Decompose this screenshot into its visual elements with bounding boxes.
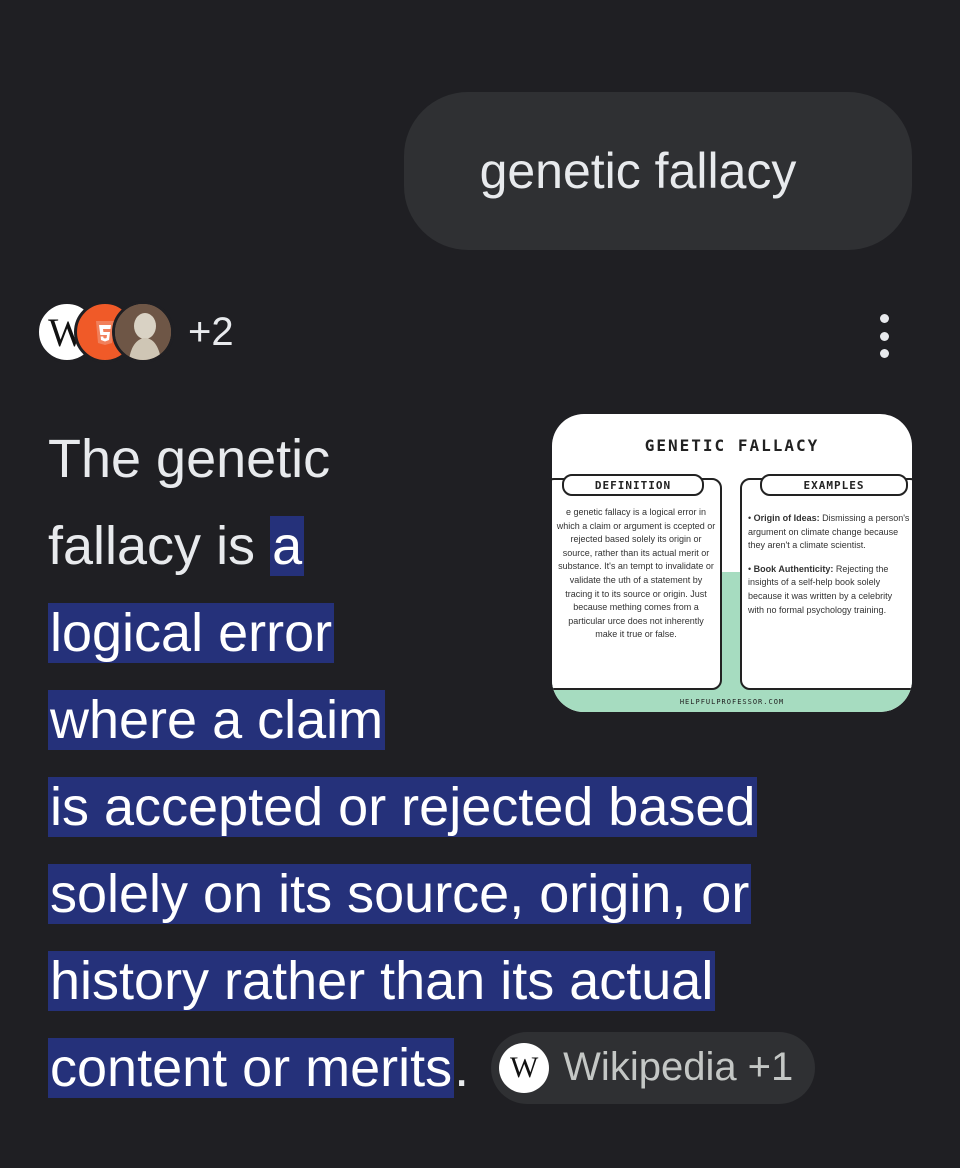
citation-label: Wikipedia +1 (563, 1045, 794, 1090)
answer-line: The genetic (48, 429, 331, 489)
highlighted-text: is accepted or rejected based (48, 777, 758, 837)
query-bubble[interactable]: genetic fallacy (404, 92, 912, 250)
answer-line: is accepted or rejected based (48, 764, 928, 851)
answer-line: solely on its source, origin, or (48, 851, 928, 938)
more-options-icon[interactable] (872, 314, 896, 358)
wikipedia-icon: W (499, 1042, 550, 1093)
answer-line: where a claim (48, 677, 928, 764)
highlighted-text: logical error (48, 603, 335, 663)
end-punct: . (454, 1038, 470, 1098)
highlighted-text: a (270, 516, 305, 576)
answer-line: fallacy is a (48, 516, 305, 576)
sources-row[interactable]: W +2 (36, 298, 234, 366)
more-sources-count: +2 (188, 309, 234, 354)
answer-line: history rather than its actual (48, 938, 928, 1025)
highlighted-text: solely on its source, origin, or (48, 864, 752, 924)
answer-line: content or merits. W Wikipedia +1 (48, 1025, 928, 1112)
highlighted-text: content or merits (48, 1038, 455, 1098)
answer-text: The genetic fallacy is a logical error w… (48, 416, 928, 1112)
query-text: genetic fallacy (479, 143, 797, 199)
highlighted-text: history rather than its actual (48, 951, 716, 1011)
citation-chip[interactable]: W Wikipedia +1 (491, 1031, 816, 1104)
statue-avatar-icon (112, 301, 174, 363)
highlighted-text: where a claim (48, 690, 386, 750)
answer-line: logical error (48, 590, 928, 677)
